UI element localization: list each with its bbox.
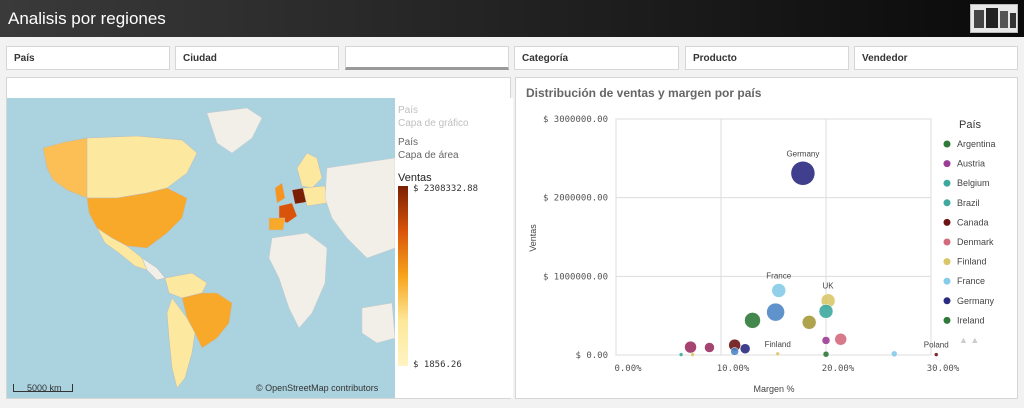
legend-entry: Finland <box>957 257 987 267</box>
legend-title: Ventas <box>398 172 432 184</box>
map-region-eastern-europe <box>302 185 328 207</box>
scatter-point[interactable] <box>934 352 939 357</box>
scatter-point[interactable] <box>684 340 697 354</box>
scatter-point[interactable] <box>821 336 831 345</box>
scatter-point[interactable] <box>730 347 739 356</box>
legend-entry: Argentina <box>957 139 996 149</box>
scatter-point[interactable] <box>822 350 830 358</box>
legend-swatch[interactable] <box>943 297 951 305</box>
map-region-uk <box>274 182 286 204</box>
legend-entry: Brazil <box>957 198 980 208</box>
scatter-point[interactable] <box>690 352 695 357</box>
scatter-point[interactable] <box>771 283 786 298</box>
filter-ciudad[interactable]: Ciudad <box>175 46 339 70</box>
filter-vendedor[interactable]: Vendedor <box>854 46 1018 70</box>
map-region-asia <box>324 157 395 259</box>
map-region-africa <box>268 232 328 329</box>
map-legend: País Capa de gráfico País Capa de área V… <box>395 98 513 398</box>
legend-swatch[interactable] <box>943 277 951 285</box>
scatter-point[interactable] <box>704 342 715 353</box>
legend-swatch[interactable] <box>943 199 951 207</box>
chart-legend-title: País <box>959 119 982 131</box>
point-label: Germany <box>786 149 819 158</box>
filter-categoria[interactable]: Categoría <box>514 46 679 70</box>
scatter-chart[interactable]: $ 0.00 $ 1000000.00 $ 2000000.00 $ 3000000.… <box>516 78 1019 400</box>
point-label: UK <box>823 282 835 291</box>
layer2-subtitle: Capa de área <box>398 150 459 161</box>
scatter-point[interactable] <box>766 302 785 322</box>
legend-min: $ 1856.26 <box>413 360 462 370</box>
filter-empty[interactable] <box>345 46 509 70</box>
legend-swatch[interactable] <box>943 238 951 246</box>
layer2-name[interactable]: País <box>398 137 418 148</box>
map-region-greenland <box>206 107 263 154</box>
x-axis-label: Margen % <box>753 384 794 394</box>
legend-max: $ 2308332.88 <box>413 184 479 194</box>
y-tick-label: $ 3000000.00 <box>543 115 608 125</box>
layer1-name[interactable]: País <box>398 105 418 116</box>
layer1-subtitle: Capa de gráfico <box>398 118 469 129</box>
map-region-iberia <box>268 217 286 231</box>
legend-swatch[interactable] <box>943 160 951 168</box>
color-ramp <box>398 186 408 366</box>
scatter-point[interactable] <box>801 315 817 330</box>
legend-swatch[interactable] <box>943 179 951 187</box>
scale-label: 5000 km <box>27 383 62 393</box>
legend-entry: France <box>957 276 985 286</box>
world-map[interactable]: 5000 km © OpenStreetMap contributors <box>7 98 395 398</box>
point-label: Finland <box>765 340 791 349</box>
point-label: Poland <box>924 341 949 350</box>
map-attribution[interactable]: © OpenStreetMap contributors <box>256 383 378 393</box>
app-title: Analisis por regiones <box>8 9 166 28</box>
scatter-point[interactable] <box>790 161 816 186</box>
filter-producto[interactable]: Producto <box>685 46 849 70</box>
y-tick-label: $ 2000000.00 <box>543 194 608 204</box>
scatter-point[interactable] <box>739 343 751 354</box>
legend-entry: Belgium <box>957 178 990 188</box>
map-region-australia <box>361 302 395 344</box>
x-tick-label: 20.00% <box>822 364 855 374</box>
point-label: France <box>766 271 791 280</box>
legend-swatch[interactable] <box>943 140 951 148</box>
x-tick-label: 0.00% <box>614 364 642 374</box>
legend-swatch[interactable] <box>943 258 951 266</box>
x-tick-label: 10.00% <box>717 364 750 374</box>
y-tick-label: $ 1000000.00 <box>543 272 608 282</box>
map-panel: 5000 km © OpenStreetMap contributors Paí… <box>6 77 513 399</box>
logo-image <box>970 4 1018 33</box>
legend-entry: Germany <box>957 296 995 306</box>
map-region-scandinavia <box>296 152 323 189</box>
app-header: Analisis por regiones <box>0 0 1024 37</box>
scatter-point[interactable] <box>678 352 684 357</box>
x-tick-label: 30.00% <box>927 364 960 374</box>
legend-entry: Ireland <box>957 315 985 325</box>
scatter-point[interactable] <box>775 351 780 357</box>
scatter-point[interactable] <box>834 333 847 346</box>
legend-entry: Canada <box>957 217 989 227</box>
legend-entry: Denmark <box>957 237 994 247</box>
y-tick-label: $ 0.00 <box>575 351 608 361</box>
y-axis-label: Ventas <box>528 224 538 252</box>
legend-swatch[interactable] <box>943 316 951 324</box>
scatter-point[interactable] <box>744 312 761 329</box>
scatter-point[interactable] <box>891 350 898 358</box>
legend-scroll-arrows: ▲ ▲ <box>959 335 979 345</box>
filter-pais[interactable]: País <box>6 46 170 70</box>
map-region-alaska <box>42 137 88 199</box>
legend-swatch[interactable] <box>943 218 951 226</box>
legend-entry: Austria <box>957 159 985 169</box>
chart-panel: Distribución de ventas y margen por país… <box>515 77 1018 399</box>
scatter-point[interactable] <box>818 304 834 319</box>
